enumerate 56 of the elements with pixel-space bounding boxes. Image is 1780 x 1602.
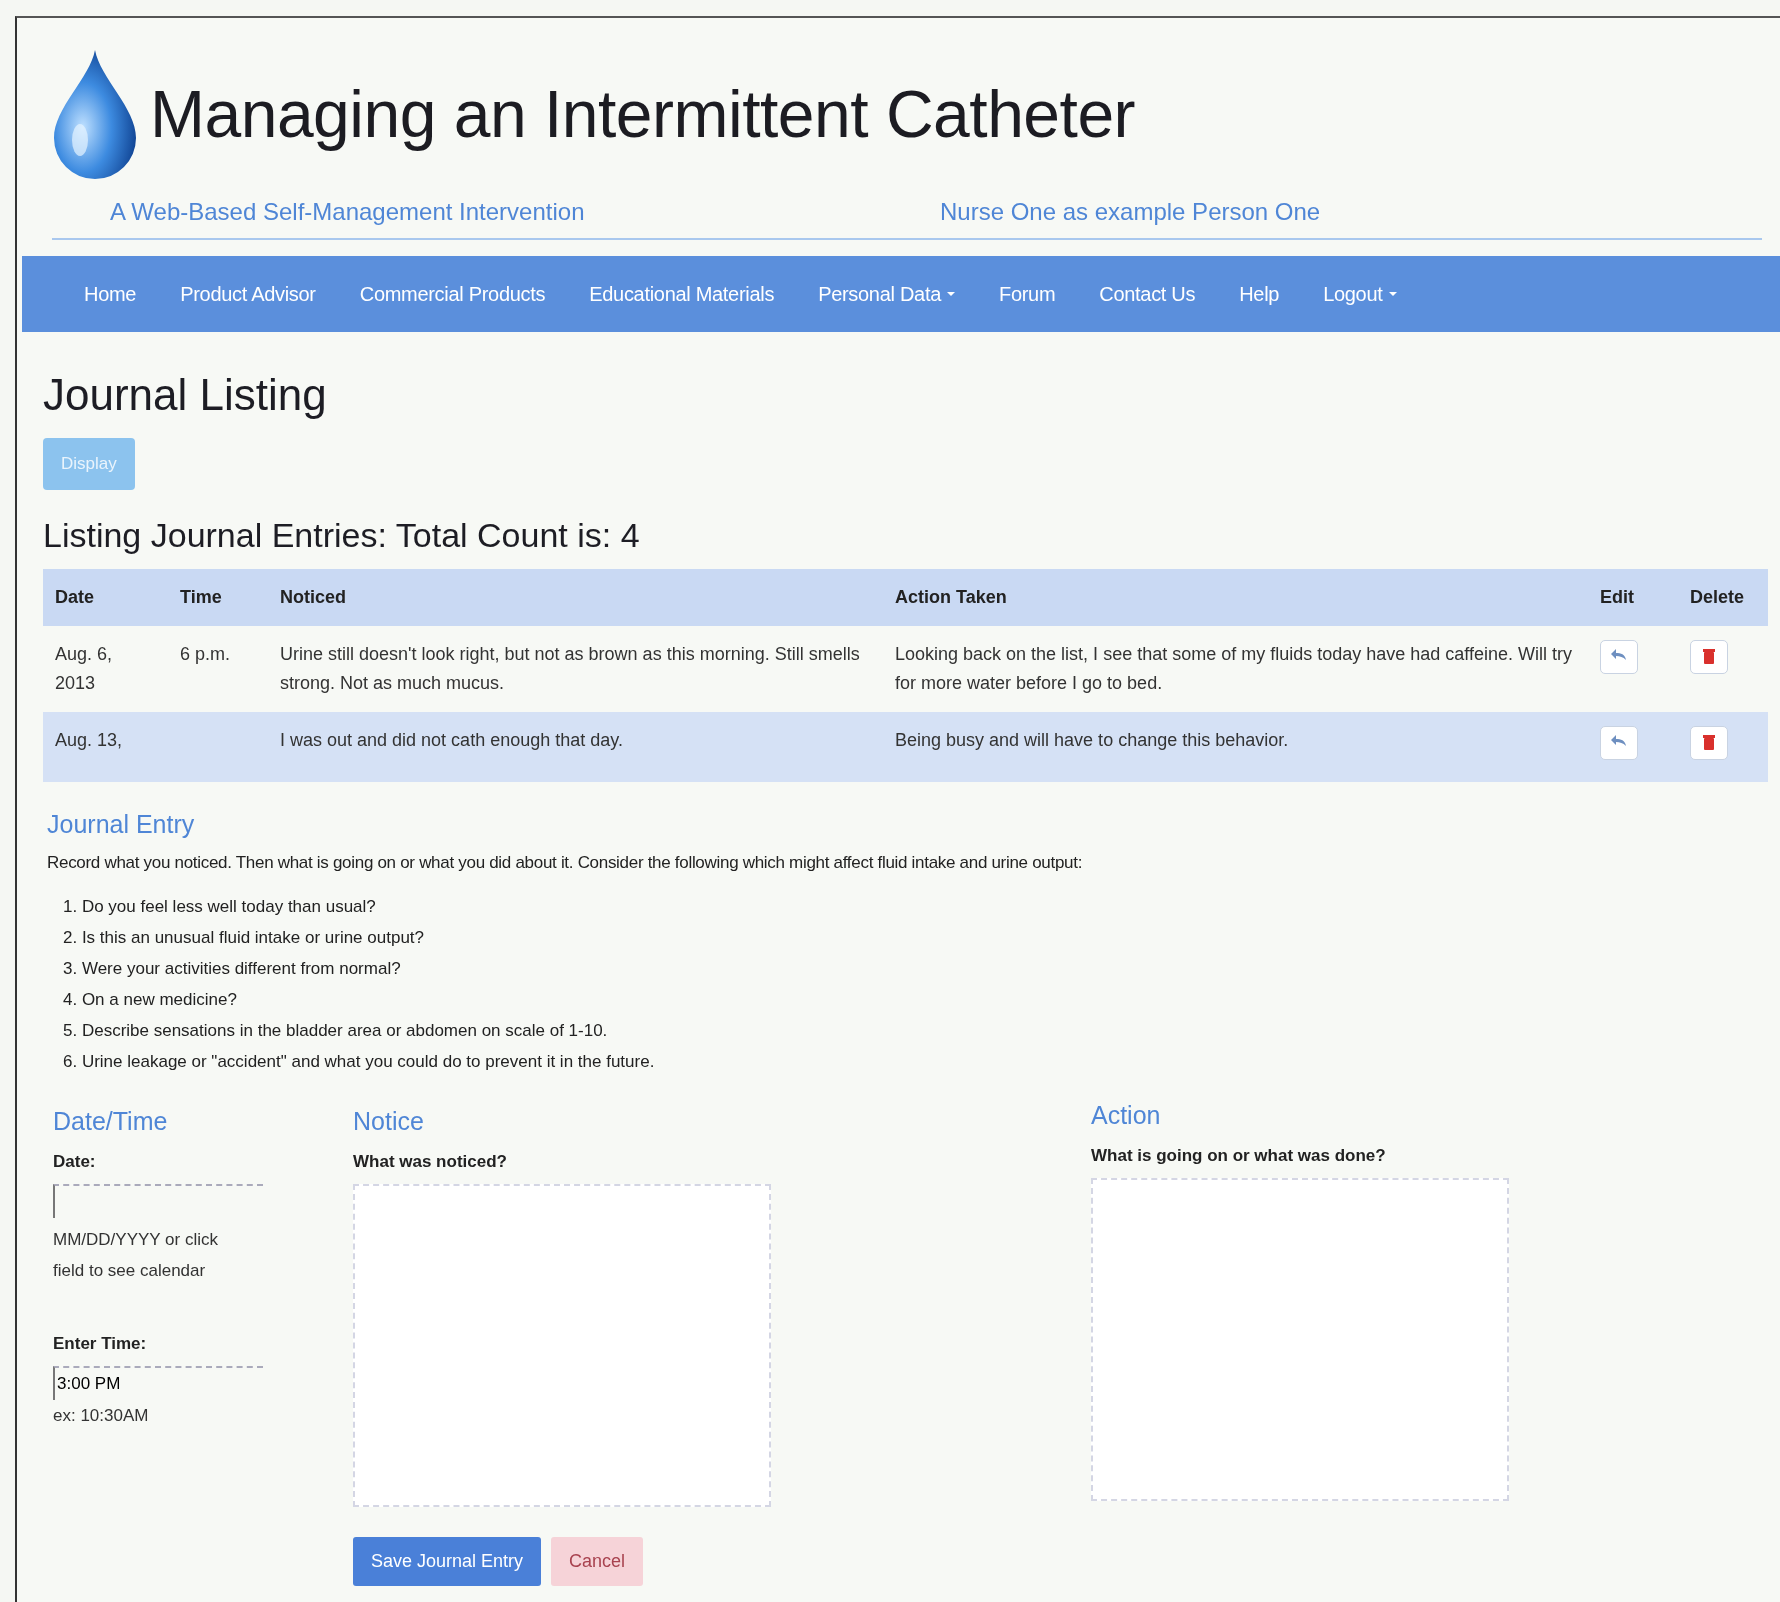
instructions-text: Record what you noticed. Then what is going on or what you did about it. Consider the following which might affect fluid intake and urine output: [47,853,1084,874]
field-label: Date: [53,1152,97,1173]
nav-link[interactable]: Home [62,282,159,306]
section-heading: Date/Time [53,1107,169,1137]
trash-icon [1702,647,1716,665]
listing-heading: Listing Journal Entries: Total Count is: 4 [43,516,641,555]
edit-button[interactable] [1600,640,1638,674]
delete-button[interactable] [1690,725,1728,760]
field-label: What was noticed? [353,1152,508,1173]
column-header: Time [168,569,268,626]
user-name: Nurse One as example Person One [940,198,1321,226]
question-item: 6. Urine leakage or "accident" and what you could do to prevent it in the future. [63,1051,656,1074]
edit-button[interactable] [1600,725,1638,760]
save-button[interactable]: Save Journal Entry [353,1537,542,1587]
site-title: Managing an Intermittent Catheter [150,76,1136,152]
question-item: 1. Do you feel less well today than usual? [63,896,377,919]
question-item: 2. Is this an unusual fluid intake or urine output? [63,927,425,950]
section-heading: Journal Entry [47,810,196,840]
nav-link[interactable]: Commercial Products [337,282,568,306]
field-label: Enter Time: [53,1334,148,1355]
trash-icon [1702,732,1716,751]
time-field[interactable]: 3:00 PM [53,1366,263,1401]
table-cell: Aug. 6, 2013 [55,644,113,693]
table-cell: Aug. 13, [55,729,123,750]
nav-link[interactable]: Personal Data [796,282,977,306]
nav-link[interactable]: Logout [1301,282,1419,306]
question-item: 5. Describe sensations in the bladder area or abdomen on scale of 1-10. [63,1020,609,1043]
nav-link[interactable]: Educational Materials [567,282,797,306]
table-cell: 6 p.m. [180,644,231,664]
hint-text: ex: 10:30AM [53,1405,150,1428]
column-header: Delete [1678,569,1768,626]
hint-text: MM/DD/YYYY or click field to see calendar [53,1229,219,1283]
nav-link[interactable]: Contact Us [1077,282,1218,306]
notice-field[interactable] [353,1184,771,1508]
section-heading: Action [1091,1101,1162,1131]
date-field[interactable] [53,1184,263,1219]
table-cell: Being busy and will have to change this behavior. [895,729,1289,750]
field-label: What is going on or what was done? [1091,1146,1387,1167]
column-header: Action Taken [883,569,1588,626]
question-item: 4. On a new medicine? [63,989,238,1012]
nav-link[interactable]: Forum [976,282,1078,306]
column-header: Noticed [268,569,883,626]
table-cell: Urine still doesn't look right, but not as brown as this morning. Still smells strong. Not as much mucus. [280,644,860,693]
table-cell: I was out and did not cath enough that day. [280,729,623,750]
column-header: Edit [1588,569,1678,626]
reply-arrow-icon [1610,647,1628,663]
nav-link[interactable]: Help [1217,282,1302,306]
site-tagline: A Web-Based Self-Management Intervention [110,198,586,226]
column-header: Date [43,569,168,626]
delete-button[interactable] [1690,640,1728,674]
action-field[interactable] [1091,1178,1509,1502]
table-cell: Looking back on the list, I see that some of my fluids today have had caffeine. Will try for more water before I go to bed. [895,644,1573,693]
question-item: 3. Were your activities different from normal? [63,958,402,981]
section-heading: Notice [353,1107,425,1137]
page-heading: Journal Listing [43,370,328,420]
nav-link[interactable]: Product Advisor [158,282,338,306]
